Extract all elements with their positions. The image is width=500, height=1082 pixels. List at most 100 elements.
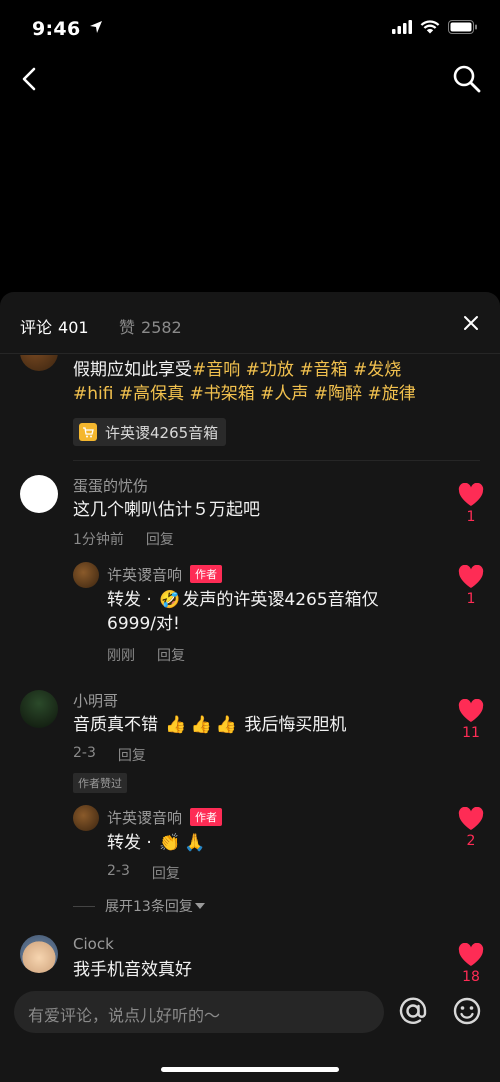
- author-badge: 作者: [190, 565, 223, 583]
- product-tag[interactable]: 许英谡4265音箱: [73, 418, 227, 446]
- avatar[interactable]: [20, 690, 58, 728]
- reply-text-main: 发声的许英谡4265音箱仅: [182, 590, 379, 610]
- shopping-cart-icon: [79, 423, 97, 441]
- emoji-icon[interactable]: [450, 994, 484, 1028]
- search-icon[interactable]: [450, 62, 484, 96]
- post-text-lead: 假期应如此享受: [73, 360, 192, 380]
- hashtag-link[interactable]: #旋律: [367, 384, 415, 404]
- heart-icon: [458, 807, 484, 830]
- comment-input-placeholder: 有爱评论，说点儿好听的～: [28, 1006, 221, 1025]
- hashtag-link[interactable]: #高保真: [119, 384, 184, 404]
- tab-comments[interactable]: 评论 401: [20, 314, 89, 338]
- bottom-safe-area: [0, 1043, 500, 1082]
- hashtag-link[interactable]: #音箱: [299, 360, 347, 380]
- like-count: 1: [466, 509, 476, 525]
- hashtag-link[interactable]: #发烧: [353, 360, 401, 380]
- comment-author[interactable]: 小明哥: [73, 690, 118, 711]
- hashtag-link[interactable]: #hifi: [73, 384, 113, 404]
- sheet-header: 评论 401 赞 2582: [0, 292, 500, 354]
- comment-meta: 2-3 回复: [73, 745, 146, 765]
- expand-replies-button[interactable]: 展开13条回复: [73, 896, 205, 916]
- reply-meta: 2-3 回复: [107, 863, 180, 883]
- reply-time: 2-3: [107, 863, 130, 879]
- reply-meta: 刚刚 回复: [107, 645, 185, 665]
- tab-likes-count: 2582: [141, 318, 182, 337]
- avatar[interactable]: [20, 935, 58, 973]
- like-count: 1: [466, 591, 476, 607]
- like-button[interactable]: 2: [456, 807, 486, 849]
- praying-hands-emoji-icon: 🙏: [184, 833, 206, 853]
- home-indicator: [161, 1067, 339, 1072]
- location-arrow-icon: [90, 21, 103, 33]
- reply-author[interactable]: 许英谡音响 作者: [107, 807, 223, 828]
- close-icon[interactable]: [460, 312, 482, 334]
- status-time: 9:46: [32, 18, 103, 40]
- expand-replies-label: 展开13条回复: [105, 899, 193, 915]
- caret-down-icon: [194, 903, 205, 909]
- comment-item-author-post: 假期应如此享受#音响 #功放 #音箱 #发烧 #hifi #高保真 #书架箱 #…: [0, 355, 500, 455]
- clock-label: 9:46: [32, 18, 81, 40]
- tab-comments-count: 401: [58, 318, 89, 337]
- reply-button[interactable]: 回复: [146, 529, 174, 549]
- reply-text-line2: 6999/对!: [107, 614, 180, 634]
- avatar[interactable]: [20, 355, 58, 371]
- comment-input-bar: 有爱评论，说点儿好听的～: [0, 983, 500, 1043]
- avatar[interactable]: [73, 562, 99, 588]
- hashtag-link[interactable]: #音响: [192, 360, 240, 380]
- comment-text-tail: 我后悔买胆机: [244, 715, 347, 735]
- like-button[interactable]: 1: [456, 565, 486, 607]
- reply-button[interactable]: 回复: [152, 863, 180, 883]
- comment-author[interactable]: 蛋蛋的忧伤: [73, 475, 148, 496]
- laughing-emoji-icon: 🤣: [159, 590, 181, 610]
- tab-comments-label: 评论: [20, 318, 53, 337]
- hashtag-link[interactable]: #人声: [260, 384, 308, 404]
- battery-icon: [448, 20, 477, 34]
- reply-author-name: 许英谡音响: [107, 809, 183, 827]
- comment-text-main: 音质真不错: [73, 715, 158, 735]
- comment-list[interactable]: 假期应如此享受#音响 #功放 #音箱 #发烧 #hifi #高保真 #书架箱 #…: [0, 355, 500, 985]
- thumbs-up-emoji-icon: 👍: [190, 715, 212, 735]
- product-tag-label: 许英谡4265音箱: [105, 423, 219, 442]
- reply-author[interactable]: 许英谡音响 作者: [107, 564, 223, 585]
- reply-author-name: 许英谡音响: [107, 566, 183, 584]
- heart-icon: [458, 699, 484, 722]
- post-text: 假期应如此享受#音响 #功放 #音箱 #发烧 #hifi #高保真 #书架箱 #…: [73, 358, 483, 406]
- heart-icon: [458, 943, 484, 966]
- thumbs-up-emoji-icon: 👍: [215, 715, 237, 735]
- author-badge: 作者: [190, 808, 223, 826]
- like-button[interactable]: 18: [456, 943, 486, 985]
- reply-text-prefix: 转发 ·: [107, 833, 158, 853]
- reply-text-prefix: 转发 ·: [107, 590, 158, 610]
- reply-button[interactable]: 回复: [118, 745, 146, 765]
- heart-icon: [458, 483, 484, 506]
- reply-text: 转发 · 👏 🙏: [107, 831, 208, 855]
- like-count: 2: [466, 833, 476, 849]
- thumbs-up-emoji-icon: 👍: [165, 715, 187, 735]
- mention-at-icon[interactable]: [396, 994, 430, 1028]
- hashtag-link[interactable]: #陶醉: [314, 384, 362, 404]
- tab-likes[interactable]: 赞 2582: [119, 314, 182, 338]
- avatar[interactable]: [20, 475, 58, 513]
- like-button[interactable]: 11: [456, 699, 486, 741]
- like-button[interactable]: 1: [456, 483, 486, 525]
- expand-divider: [73, 905, 95, 907]
- comment-input[interactable]: 有爱评论，说点儿好听的～: [14, 991, 384, 1033]
- status-icons: [392, 20, 478, 34]
- divider: [73, 460, 480, 461]
- cellular-signal-icon: [392, 20, 412, 34]
- hashtag-link[interactable]: #书架箱: [190, 384, 255, 404]
- hashtag-link[interactable]: #功放: [246, 360, 294, 380]
- comment-time: 1分钟前: [73, 532, 124, 548]
- comment-author[interactable]: Ciock: [73, 935, 114, 953]
- avatar[interactable]: [73, 805, 99, 831]
- comment-time: 2-3: [73, 745, 96, 761]
- heart-icon: [458, 565, 484, 588]
- reply-text: 转发 · 🤣 发声的许英谡4265音箱仅 6999/对!: [107, 588, 437, 636]
- back-arrow-icon[interactable]: [14, 62, 48, 96]
- comment-text: 这几个喇叭估计５万起吧: [73, 500, 260, 520]
- clapping-emoji-icon: 👏: [159, 833, 181, 853]
- reply-button[interactable]: 回复: [157, 645, 185, 665]
- comment-meta: 1分钟前 回复: [73, 529, 174, 549]
- reply-time: 刚刚: [107, 648, 135, 664]
- comment-text: 音质真不错 👍 👍 👍 我后悔买胆机: [73, 713, 346, 737]
